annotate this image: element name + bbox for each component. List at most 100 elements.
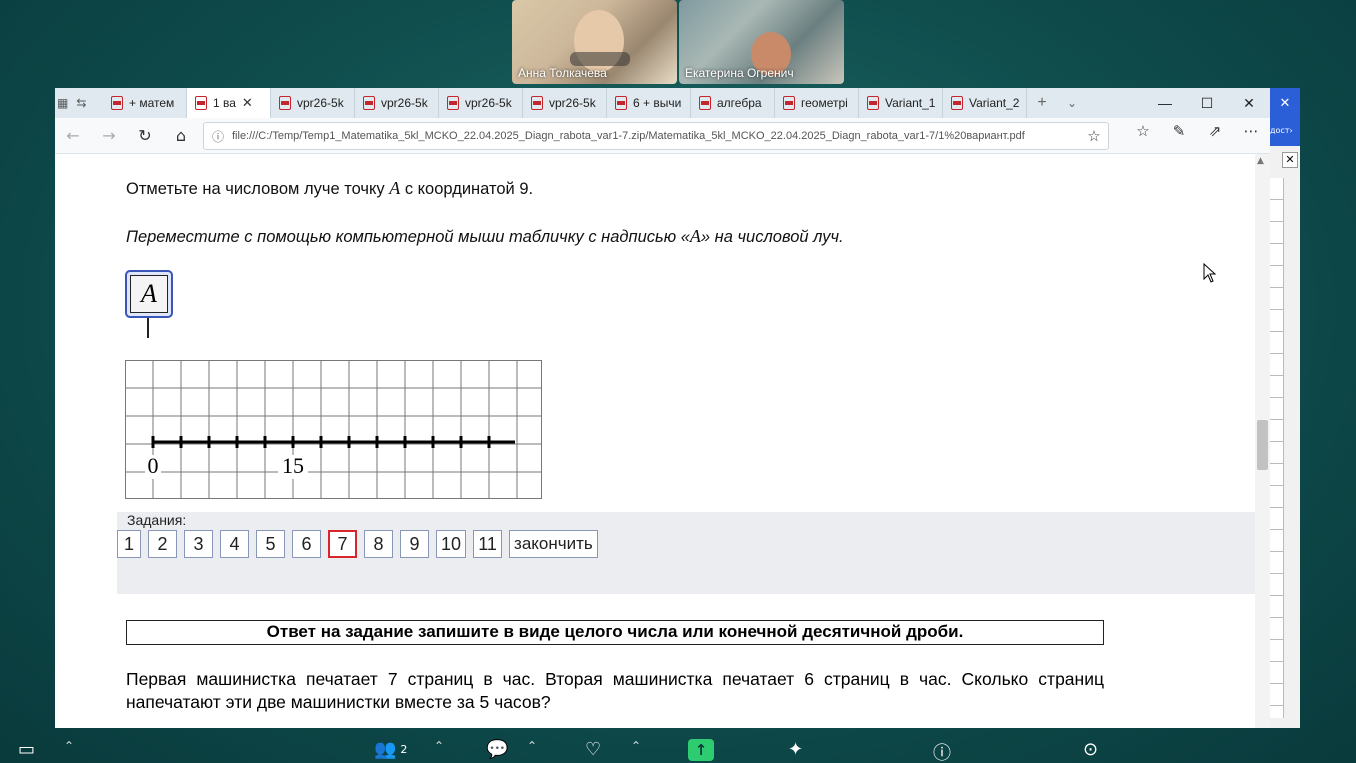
chevron-up-icon: ⌃ xyxy=(64,739,75,753)
pen-icon[interactable]: ✎ xyxy=(1164,122,1194,140)
reactions-caret[interactable]: ⌃ xyxy=(631,739,641,753)
screen-share-button[interactable]: ↑ xyxy=(688,739,714,761)
pdf-icon xyxy=(783,96,795,110)
task-button-1[interactable]: 1 xyxy=(117,530,141,558)
task-button-10[interactable]: 10 xyxy=(436,530,467,558)
reactions-button[interactable]: ♡ xyxy=(585,739,601,760)
instruction-part: » на числовой луч. xyxy=(700,228,844,246)
more-menu-icon[interactable]: ⋯ xyxy=(1236,122,1266,140)
participants-button[interactable]: 👥 2 xyxy=(374,739,407,760)
url-text: file:///C:/Temp/Temp1_Matematika_5kl_MCK… xyxy=(232,130,1025,142)
tab-0[interactable]: + матем xyxy=(103,88,187,118)
question-text: Отметьте на числовом луче точку A с коор… xyxy=(126,178,533,199)
tab-8[interactable]: геометрі xyxy=(775,88,859,118)
draggable-label-a[interactable]: A xyxy=(125,270,173,318)
chat-button[interactable]: 💬 xyxy=(486,739,508,760)
tab-list-icon[interactable]: ⇆ xyxy=(76,96,86,110)
url-field[interactable]: ⓘ file:///C:/Temp/Temp1_Matematika_5kl_M… xyxy=(203,122,1109,150)
pdf-icon xyxy=(867,96,879,110)
vertical-scrollbar[interactable]: ▲ xyxy=(1255,154,1270,728)
info-icon: ⓘ xyxy=(933,743,951,763)
task-button-11[interactable]: 11 xyxy=(473,530,503,558)
participants-icon: 👥 xyxy=(374,739,397,760)
more-button[interactable]: ⊙ xyxy=(1083,739,1098,760)
question-text-part: с координатой 9. xyxy=(400,180,534,198)
camera-options-caret[interactable]: ⌃ xyxy=(64,739,74,753)
info-button[interactable]: ⓘ xyxy=(933,739,951,763)
browser-window: ▦ ⇆ + матем 1 ва ✕ vpr26-5k vpr26-5k vpr2… xyxy=(55,88,1270,728)
task-button-5[interactable]: 5 xyxy=(256,530,285,558)
address-bar: ← → ↻ ⌂ ⓘ file:///C:/Temp/Temp1_Matemati… xyxy=(55,118,1270,154)
task-button-4[interactable]: 4 xyxy=(220,530,249,558)
answer-instruction: Ответ на задание запишите в виде целого … xyxy=(126,620,1104,645)
participants-caret[interactable]: ⌃ xyxy=(434,739,444,753)
maximize-icon[interactable]: ☐ xyxy=(1186,88,1228,118)
info-icon[interactable]: ⓘ xyxy=(204,128,232,145)
heart-icon: ♡ xyxy=(585,739,602,760)
favorites-icon[interactable]: ☆ xyxy=(1128,122,1158,140)
tab-1-active[interactable]: 1 ва ✕ xyxy=(187,88,271,118)
chevron-down-icon[interactable]: ⌄ xyxy=(1057,96,1087,110)
tab-2[interactable]: vpr26-5k xyxy=(271,88,355,118)
tab-label: vpr26-5k xyxy=(381,96,428,110)
task-button-6[interactable]: 6 xyxy=(292,530,321,558)
favorite-star-icon[interactable]: ☆ xyxy=(1080,127,1108,145)
pdf-icon xyxy=(615,96,627,110)
chevron-up-icon: ⌃ xyxy=(527,739,538,753)
pdf-icon xyxy=(951,96,963,110)
finish-button[interactable]: закончить xyxy=(509,530,598,558)
tab-bar: ▦ ⇆ + матем 1 ва ✕ vpr26-5k vpr26-5k vpr2… xyxy=(55,88,1270,118)
side-close-icon[interactable]: ✕ xyxy=(1270,88,1300,118)
task-button-8[interactable]: 8 xyxy=(364,530,393,558)
more-icon: ⊙ xyxy=(1083,739,1099,760)
forward-icon[interactable]: → xyxy=(91,126,127,145)
window-close-icon[interactable]: ✕ xyxy=(1228,88,1270,118)
tab-label: алгебра xyxy=(717,96,762,110)
tasks-row: 1 2 3 4 5 6 7 8 9 10 11 закончить xyxy=(117,530,598,558)
point-letter: A xyxy=(689,226,701,246)
tab-label: vpr26-5k xyxy=(297,96,344,110)
tab-actions[interactable]: ▦ ⇆ xyxy=(55,88,103,118)
tab-9[interactable]: Variant_1 xyxy=(859,88,943,118)
task-button-7-current[interactable]: 7 xyxy=(328,530,357,558)
refresh-icon[interactable]: ↻ xyxy=(127,126,163,145)
workspaces-icon[interactable]: ▦ xyxy=(57,96,68,110)
video-tile-participant-1[interactable]: Анна Толкачева xyxy=(512,0,677,84)
minimize-icon[interactable]: — xyxy=(1144,88,1186,118)
video-tile-participant-2[interactable]: Екатерина Огренич xyxy=(679,0,844,84)
tab-7[interactable]: алгебра xyxy=(691,88,775,118)
side-panel: ✕ дост› ✕ xyxy=(1270,88,1300,728)
side-panel-tab[interactable]: дост› xyxy=(1270,118,1300,146)
chat-icon: 💬 xyxy=(486,739,509,760)
side-panel-text: дост xyxy=(1270,126,1290,135)
pdf-icon xyxy=(111,96,123,110)
home-icon[interactable]: ⌂ xyxy=(163,126,199,145)
pdf-icon xyxy=(447,96,459,110)
tab-4[interactable]: vpr26-5k xyxy=(439,88,523,118)
task-button-2[interactable]: 2 xyxy=(148,530,177,558)
problem-text: Первая машинистка печатает 7 страниц в ч… xyxy=(126,669,1104,712)
camera-button[interactable]: ▭ xyxy=(18,739,35,760)
tab-6[interactable]: 6 + вычи xyxy=(607,88,691,118)
close-icon[interactable]: ✕ xyxy=(242,95,253,111)
chevron-up-icon: ⌃ xyxy=(434,739,445,753)
number-ray-svg: 0 15 xyxy=(125,360,542,499)
back-icon[interactable]: ← xyxy=(55,126,91,145)
scroll-thumb[interactable] xyxy=(1257,420,1268,470)
chat-caret[interactable]: ⌃ xyxy=(527,739,537,753)
tab-10[interactable]: Variant_2 xyxy=(943,88,1027,118)
scroll-up-icon[interactable]: ▲ xyxy=(1257,156,1264,166)
pdf-icon xyxy=(531,96,543,110)
panel-close-icon[interactable]: ✕ xyxy=(1282,152,1298,168)
share-icon[interactable]: ⇗ xyxy=(1200,122,1230,140)
new-tab-icon[interactable]: + xyxy=(1027,94,1057,112)
tab-3[interactable]: vpr26-5k xyxy=(355,88,439,118)
instruction-part: Переместите с помощью компьютерной мыши … xyxy=(126,228,690,246)
tasks-label: Задания: xyxy=(127,512,187,528)
ai-assistant-button[interactable]: ✦ xyxy=(788,739,803,760)
tab-label: Variant_1 xyxy=(885,96,936,110)
pdf-icon xyxy=(195,96,207,110)
task-button-3[interactable]: 3 xyxy=(184,530,213,558)
tab-5[interactable]: vpr26-5k xyxy=(523,88,607,118)
task-button-9[interactable]: 9 xyxy=(400,530,429,558)
